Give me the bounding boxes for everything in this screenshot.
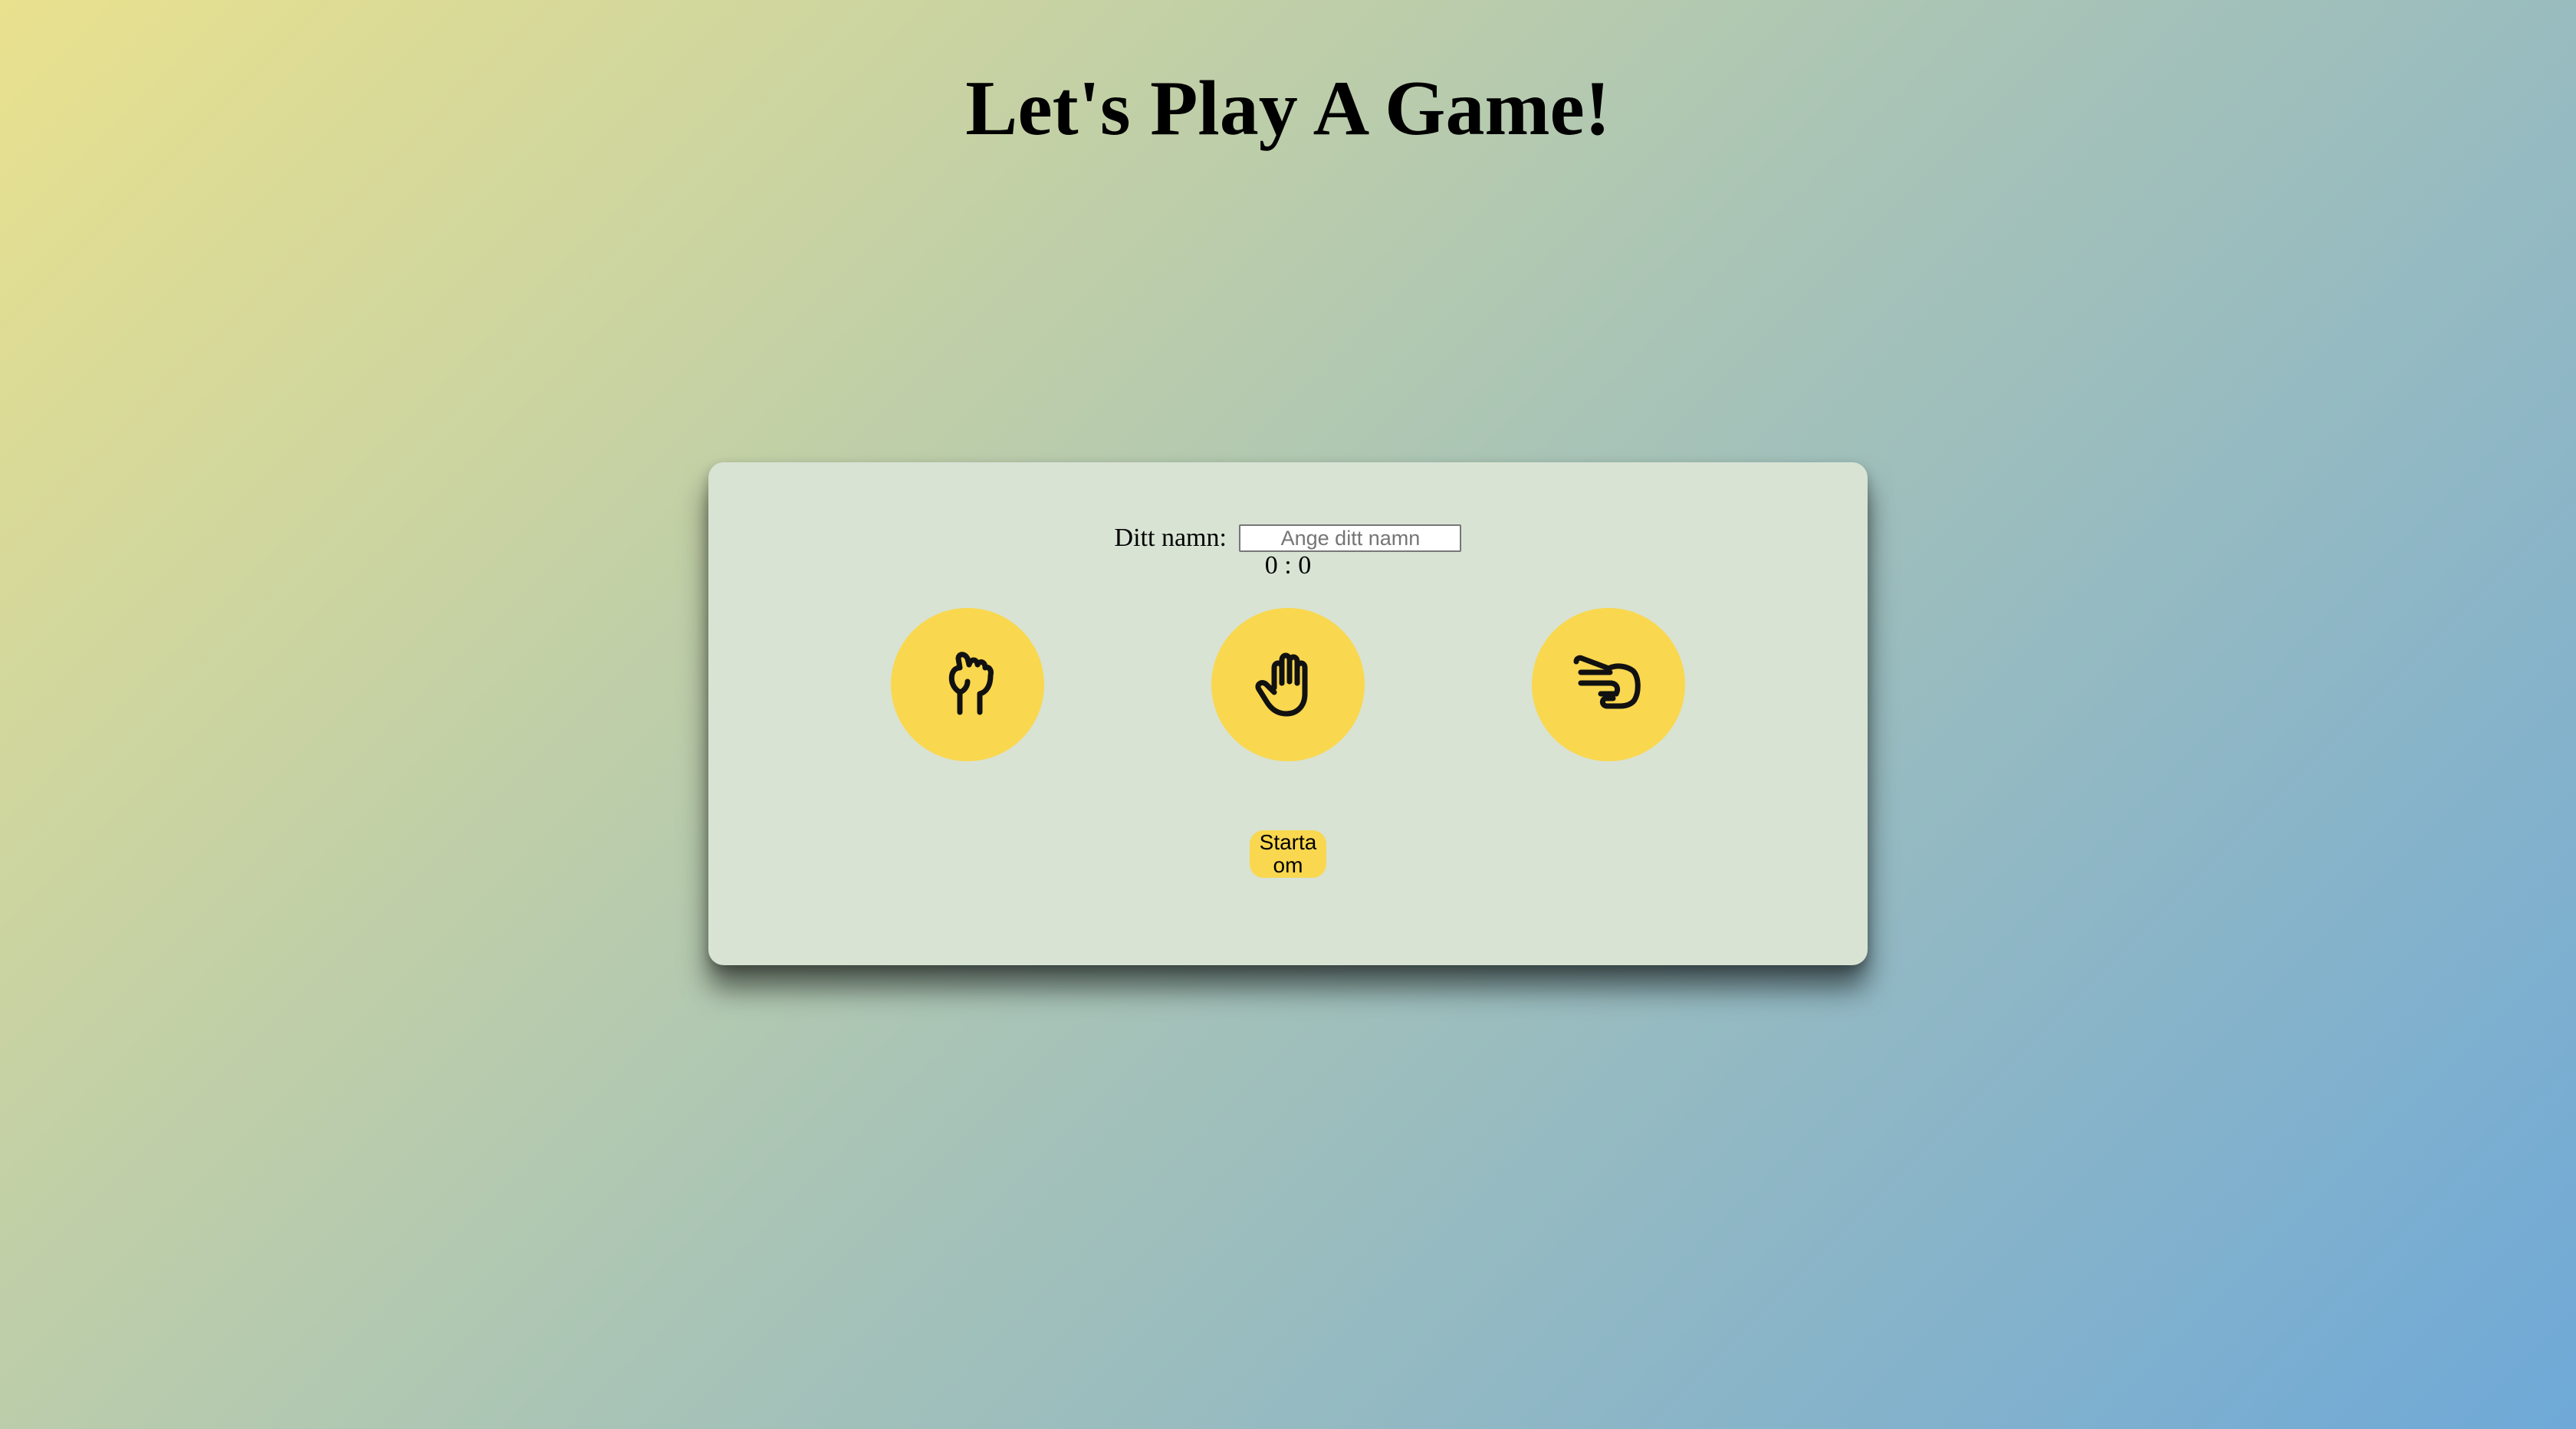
rock-button[interactable]	[891, 608, 1044, 761]
paper-button[interactable]	[1211, 608, 1365, 761]
score-display: 0 : 0	[1264, 551, 1312, 580]
name-input[interactable]	[1239, 524, 1462, 553]
open-hand-icon	[1250, 645, 1326, 725]
scissors-button[interactable]	[1532, 608, 1685, 761]
fist-icon	[929, 645, 1006, 725]
page-title: Let's Play A Game!	[965, 65, 1611, 152]
name-row: Ditt namn:	[708, 522, 1868, 553]
scissors-hand-icon	[1570, 645, 1647, 725]
restart-button[interactable]: Starta om	[1250, 830, 1326, 878]
name-label: Ditt namn:	[1114, 524, 1227, 553]
game-card: Ditt namn: 0 : 0	[708, 462, 1868, 965]
